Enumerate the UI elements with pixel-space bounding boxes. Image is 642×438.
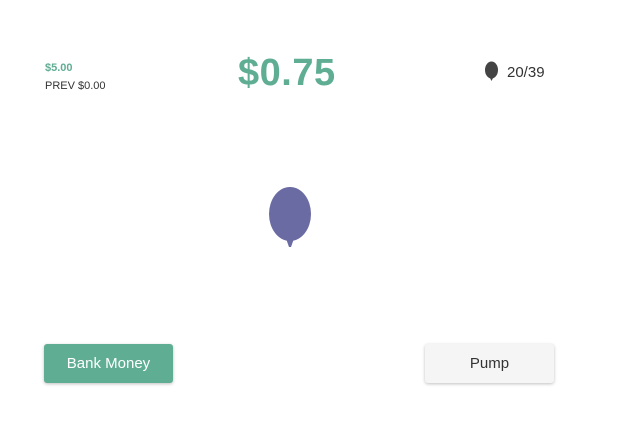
balloon-game-screen: $5.00 PREV $0.00 $0.75 20/39 Bank Money … <box>0 0 642 438</box>
balloon-counter: 20/39 <box>484 61 545 83</box>
balloon-icon <box>269 187 311 247</box>
current-balloon-value: $0.75 <box>238 52 336 94</box>
balloon-count-text: 20/39 <box>507 63 545 81</box>
previous-earned-text: PREV $0.00 <box>45 80 106 92</box>
bank-money-button[interactable]: Bank Money <box>44 344 173 383</box>
balloon-icon <box>485 61 498 81</box>
pump-button[interactable]: Pump <box>425 344 554 383</box>
total-earned-text: $5.00 <box>45 62 73 74</box>
